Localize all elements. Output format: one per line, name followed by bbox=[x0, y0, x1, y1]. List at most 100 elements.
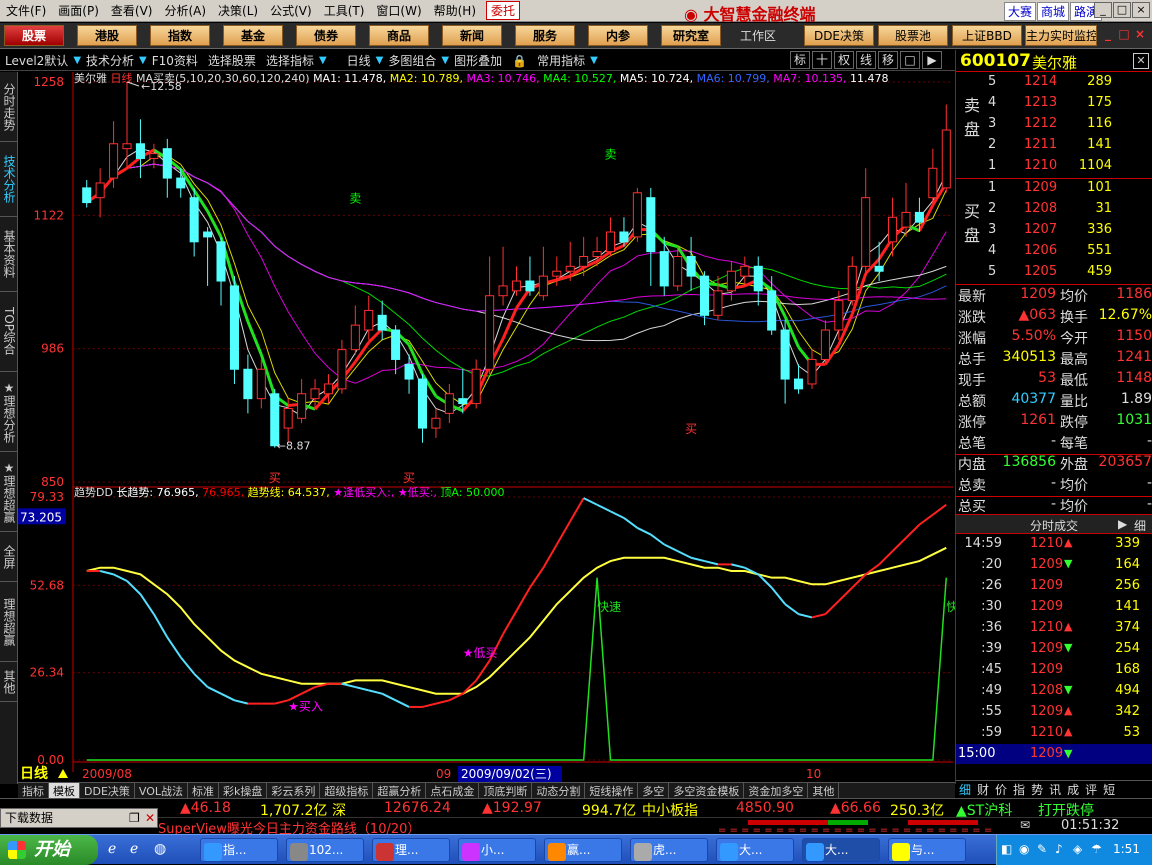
price[interactable]: 1212 bbox=[1024, 116, 1057, 131]
ime-icon[interactable]: ✎ bbox=[1037, 842, 1047, 856]
quote-tab[interactable]: 价 bbox=[992, 781, 1010, 798]
menu-tools[interactable]: 工具(T) bbox=[318, 2, 371, 19]
quote-tab[interactable]: 成 bbox=[1064, 781, 1082, 798]
quote-tab[interactable]: 指 bbox=[1010, 781, 1028, 798]
draw-line-icon[interactable]: 线 bbox=[856, 51, 876, 69]
nav-index[interactable]: 指数 bbox=[150, 25, 210, 46]
tab-top-overview[interactable]: TOP综合 bbox=[0, 292, 18, 372]
indicator-tab[interactable]: VOL战法 bbox=[135, 783, 189, 798]
work-area-label[interactable]: 工作区 bbox=[740, 27, 776, 44]
dropdown-arrow-icon[interactable]: ▼ bbox=[376, 55, 384, 66]
price[interactable]: 1210 bbox=[1024, 158, 1057, 173]
sub-close-button[interactable]: × bbox=[1132, 27, 1148, 41]
weituo-button[interactable]: 委托 bbox=[486, 1, 521, 20]
stock-pool-button[interactable]: 股票池 bbox=[878, 25, 948, 46]
sh-bbd-button[interactable]: 上证BBD bbox=[952, 25, 1022, 46]
toolbar-select-indicator[interactable]: 选择指标 bbox=[261, 52, 319, 69]
nav-commodities[interactable]: 商品 bbox=[369, 25, 429, 46]
taskbar-item[interactable]: 大... bbox=[802, 838, 880, 862]
rights-icon[interactable]: 权 bbox=[834, 51, 854, 69]
crosshair-icon[interactable]: 十 bbox=[812, 51, 832, 69]
taskbar-item[interactable]: 赢... bbox=[544, 838, 622, 862]
dropdown-arrow-icon[interactable]: ▼ bbox=[319, 55, 327, 66]
toolbar-tech-analysis[interactable]: 技术分析 bbox=[81, 52, 139, 69]
shield-icon[interactable]: ◈ bbox=[1073, 842, 1082, 856]
mark-icon[interactable]: 标 bbox=[790, 51, 810, 69]
price[interactable]: 1205 bbox=[1024, 264, 1057, 279]
price[interactable]: 1213 bbox=[1024, 95, 1057, 110]
move-icon[interactable]: 移 bbox=[878, 51, 898, 69]
dropdown-arrow-icon[interactable]: ▼ bbox=[590, 55, 598, 66]
start-button[interactable]: 开始 bbox=[0, 835, 98, 865]
indicator-tab[interactable]: 指标 bbox=[18, 783, 49, 798]
dde-decision-button[interactable]: DDE决策 bbox=[804, 25, 874, 46]
toolbar-f10[interactable]: F10资料 bbox=[147, 52, 203, 69]
nav-insider[interactable]: 内参 bbox=[588, 25, 648, 46]
ie-icon[interactable]: ℯ bbox=[108, 841, 116, 857]
indicator-tab[interactable]: 动态分割 bbox=[532, 783, 586, 798]
tab-ideal-super-2[interactable]: 理想超赢 bbox=[0, 582, 18, 662]
indicator-tab[interactable]: 多空 bbox=[638, 783, 670, 798]
toolbar-common-indicators[interactable]: 常用指标 bbox=[532, 52, 590, 69]
price[interactable]: 1208 bbox=[1024, 201, 1057, 216]
price[interactable]: 1209 bbox=[1024, 180, 1057, 195]
menu-help[interactable]: 帮助(H) bbox=[428, 2, 482, 19]
taskbar-item[interactable]: 虎... bbox=[630, 838, 708, 862]
menu-analysis[interactable]: 分析(A) bbox=[158, 2, 212, 19]
browser-icon[interactable]: ◍ bbox=[154, 841, 166, 857]
maximize-button[interactable]: □ bbox=[1113, 2, 1131, 18]
indicator-tab[interactable]: 短线操作 bbox=[585, 783, 639, 798]
quote-tab[interactable]: 细 bbox=[956, 781, 974, 798]
taskbar-item[interactable]: 指... bbox=[200, 838, 278, 862]
quote-tab[interactable]: 短 bbox=[1100, 781, 1118, 798]
taskbar-item[interactable]: 与... bbox=[888, 838, 966, 862]
indicator-tab[interactable]: DDE决策 bbox=[80, 783, 135, 798]
restore-icon[interactable]: ❐ bbox=[129, 809, 140, 827]
nav-news[interactable]: 新闻 bbox=[442, 25, 502, 46]
indicator-tab[interactable]: 顶底判断 bbox=[479, 783, 533, 798]
link-contest[interactable]: 大赛 bbox=[1004, 2, 1037, 21]
toolbar-multi-chart[interactable]: 多图组合 bbox=[383, 52, 441, 69]
tick-detail-tab[interactable]: 细 bbox=[1134, 517, 1146, 534]
tab-ideal-analysis[interactable]: ★理想分析★ bbox=[0, 372, 18, 452]
window-icon[interactable]: □ bbox=[900, 51, 920, 69]
antivirus-icon[interactable]: ◉ bbox=[1019, 842, 1029, 856]
close-button[interactable]: × bbox=[1132, 2, 1150, 18]
link-mall[interactable]: 商城 bbox=[1037, 2, 1070, 21]
download-data-window[interactable]: 下载数据 ❐ ✕ bbox=[0, 808, 158, 828]
menu-file[interactable]: 文件(F) bbox=[0, 2, 52, 19]
minimize-button[interactable]: _ bbox=[1094, 2, 1112, 18]
dropdown-arrow-icon[interactable]: ▼ bbox=[73, 55, 81, 66]
dropdown-arrow-icon[interactable]: ▼ bbox=[139, 55, 147, 66]
indicator-tab[interactable]: 模板 bbox=[49, 783, 80, 798]
taskbar-item[interactable]: 小... bbox=[458, 838, 536, 862]
tab-intraday[interactable]: 分时走势 bbox=[0, 72, 18, 142]
volume-icon[interactable]: ♪ bbox=[1055, 842, 1063, 856]
tab-ideal-super[interactable]: ★理想超赢★ bbox=[0, 452, 18, 532]
quote-tab[interactable]: 评 bbox=[1082, 781, 1100, 798]
network-icon[interactable]: ◧ bbox=[1001, 842, 1012, 856]
nav-stocks[interactable]: 股票 bbox=[4, 25, 64, 46]
nav-bonds[interactable]: 债券 bbox=[296, 25, 356, 46]
price[interactable]: 1211 bbox=[1024, 137, 1057, 152]
price[interactable]: 1206 bbox=[1024, 243, 1057, 258]
close-icon[interactable]: ✕ bbox=[1133, 53, 1149, 69]
toolbar-level2[interactable]: Level2默认 bbox=[0, 52, 73, 69]
indicator-tab[interactable]: 多空资金模板 bbox=[669, 783, 745, 798]
taskbar-item[interactable]: 大... bbox=[716, 838, 794, 862]
toolbar-period[interactable]: 日线 bbox=[327, 52, 376, 69]
indicator-tab[interactable]: 超赢分析 bbox=[373, 783, 427, 798]
sub-maximize-button[interactable]: □ bbox=[1116, 27, 1132, 41]
nav-funds[interactable]: 基金 bbox=[223, 25, 283, 46]
taskbar-item[interactable]: 理... bbox=[372, 838, 450, 862]
tab-tech-analysis[interactable]: 技术分析 bbox=[0, 142, 18, 217]
toolbar-select-stock[interactable]: 选择股票 bbox=[203, 52, 261, 69]
toolbar-overlay[interactable]: 图形叠加 bbox=[449, 52, 507, 69]
indicator-tab[interactable]: 超级指标 bbox=[320, 783, 374, 798]
tab-other[interactable]: 其他 bbox=[0, 662, 18, 702]
nav-hk-stocks[interactable]: 港股 bbox=[77, 25, 137, 46]
quote-tab[interactable]: 财 bbox=[974, 781, 992, 798]
price[interactable]: 1207 bbox=[1024, 222, 1057, 237]
close-icon[interactable]: ✕ bbox=[145, 809, 155, 827]
quote-tab[interactable]: 讯 bbox=[1046, 781, 1064, 798]
